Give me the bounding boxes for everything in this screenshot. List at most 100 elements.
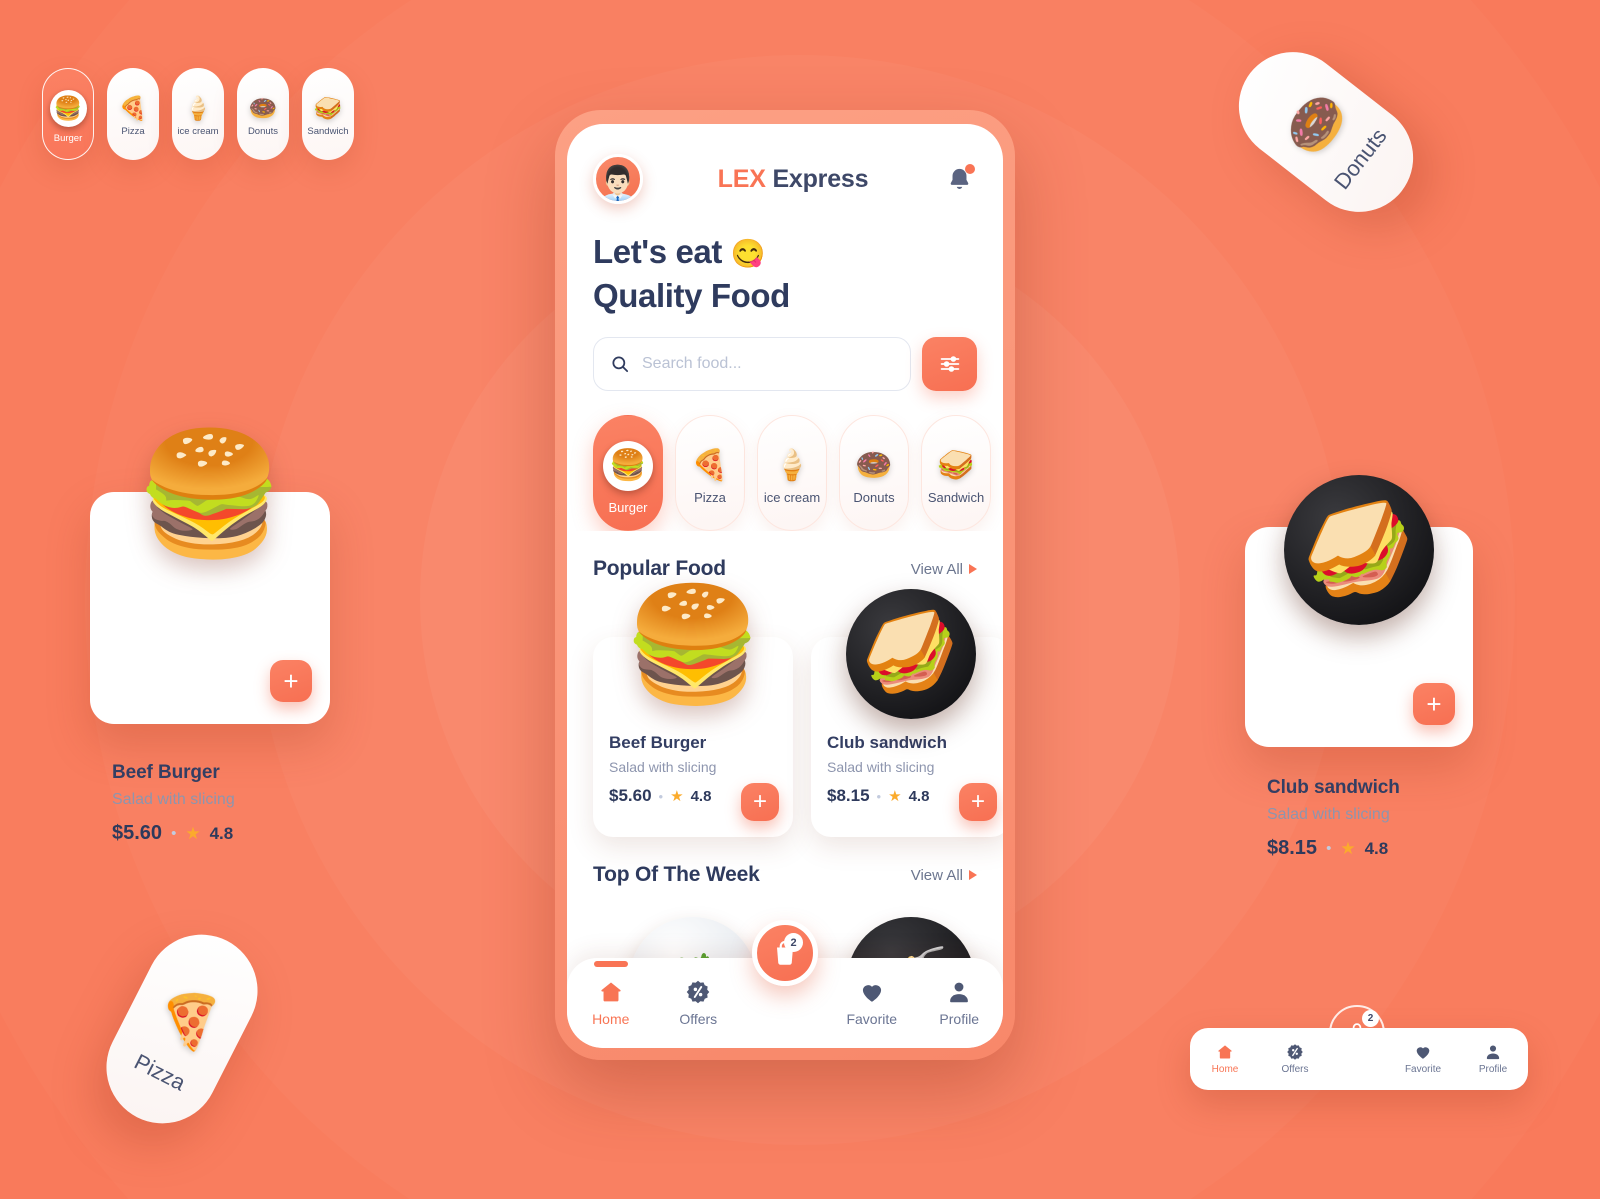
donut-icon: 🍩 (1273, 81, 1360, 169)
view-all-topweek-button[interactable]: View All (911, 867, 977, 884)
nav-label: Offers (679, 1011, 718, 1027)
view-all-label: View All (910, 560, 963, 578)
brand-first: LEX (717, 164, 766, 193)
nav-item-favorite[interactable]: Favorite (828, 979, 916, 1027)
burger-photo: 🍔 (135, 427, 285, 561)
food-card-beef-burger[interactable]: 🍔 Beef Burger Salad with slicing $5.60 •… (593, 589, 793, 838)
club-sandwich-photo: 🥪 (846, 589, 976, 720)
floating-nav-item-profile[interactable]: Profile (1458, 1043, 1528, 1075)
floating-chip-label: Pizza (121, 125, 145, 137)
category-chip-row: 🍔 Burger 🍕 Pizza 🍦 ice cream 🍩 Donuts 🥪 … (567, 391, 1003, 532)
headline-line2: Quality Food (593, 276, 790, 314)
food-meta: $8.15 • ★ 4.8 (1267, 837, 1451, 860)
floating-chip-ice-cream[interactable]: 🍦 ice cream (172, 68, 224, 160)
floating-chip-label: Burger (53, 132, 83, 144)
sandwich-icon: 🥪 (313, 94, 343, 121)
chevron-right-icon (969, 870, 977, 881)
category-chip-label: Donuts (853, 490, 895, 506)
floating-nav-item-home[interactable]: Home (1190, 1043, 1260, 1075)
percent-badge-icon (1286, 1043, 1304, 1061)
home-icon (1216, 1043, 1234, 1061)
add-to-cart-button[interactable]: + (1413, 683, 1455, 725)
phone-screen: 👨🏻‍💼 LEX Express Let's eat 😋 Quality Foo… (567, 124, 1003, 1048)
food-price: $5.60 (609, 786, 652, 806)
floating-nav-item-offers[interactable]: Offers (1260, 1043, 1330, 1075)
brand-second: Express (772, 164, 869, 193)
floating-chip-label: ice cream (177, 125, 219, 137)
floating-nav-cart-button[interactable]: 2 (1329, 1005, 1385, 1061)
search-row (567, 317, 1003, 392)
floating-category-chip-row: 🍔 Burger 🍕 Pizza 🍦 ice cream 🍩 Donuts 🥪 … (42, 68, 354, 160)
floating-chip-sandwich[interactable]: 🥪 Sandwich (302, 68, 354, 160)
category-chip-label: Burger (608, 500, 648, 516)
nav-item-profile[interactable]: Profile (916, 979, 1004, 1027)
category-chip-burger[interactable]: 🍔 Burger (593, 415, 663, 532)
section-title: Popular Food (593, 557, 726, 581)
cart-badge-count: 2 (784, 933, 803, 952)
club-sandwich-photo: 🥪 (1284, 475, 1434, 625)
category-chip-pizza[interactable]: 🍕 Pizza (675, 415, 745, 532)
avatar[interactable]: 👨🏻‍💼 (593, 154, 643, 204)
food-title: Club sandwich (827, 733, 947, 753)
nav-label: Profile (1478, 1064, 1508, 1075)
filter-button[interactable] (922, 337, 977, 392)
floating-nav-item-favorite[interactable]: Favorite (1388, 1043, 1458, 1075)
nav-item-offers[interactable]: Offers (655, 979, 743, 1027)
smiling-face-emoji: 😋 (730, 238, 766, 269)
page-headline: Let's eat 😋 Quality Food (567, 204, 1003, 317)
star-icon: ★ (185, 823, 201, 843)
food-subtitle: Salad with slicing (1267, 806, 1390, 823)
floating-chip-label: Donuts (247, 125, 279, 137)
top-of-week-section-header: Top Of The Week View All (567, 837, 1003, 887)
donut-icon: 🍩 (855, 449, 893, 483)
chevron-right-icon (969, 564, 977, 575)
floating-chip-burger[interactable]: 🍔 Burger (42, 68, 94, 160)
person-icon (1484, 1043, 1502, 1061)
floating-food-card-beef-burger[interactable]: 🍔 Beef Burger Salad with slicing $5.60 •… (90, 434, 330, 844)
pizza-icon: 🍕 (118, 94, 148, 121)
headline-line1: Let's eat (593, 233, 722, 270)
cart-button[interactable]: 2 (752, 920, 818, 986)
meta-separator: • (876, 788, 882, 804)
popular-food-list: 🍔 Beef Burger Salad with slicing $5.60 •… (567, 581, 1003, 838)
ice-cream-icon: 🍦 (183, 94, 213, 121)
food-card-club-sandwich[interactable]: 🥪 Club sandwich Salad with slicing $8.15… (811, 589, 1003, 838)
ice-cream-icon: 🍦 (773, 449, 811, 483)
heart-icon (859, 979, 885, 1005)
nav-item-home[interactable]: Home (567, 961, 655, 1027)
filter-sliders-icon (938, 352, 962, 376)
food-title: Beef Burger (112, 762, 220, 783)
search-box[interactable] (593, 337, 911, 392)
floating-chip-pizza[interactable]: 🍕 Pizza (107, 68, 159, 160)
floating-chip-label: Sandwich (307, 125, 349, 137)
nav-label: Offers (1281, 1064, 1309, 1075)
donut-icon: 🍩 (248, 94, 278, 121)
food-title: Club sandwich (1267, 777, 1400, 798)
search-input[interactable] (642, 355, 894, 374)
add-to-cart-button[interactable]: + (741, 783, 779, 822)
floating-pill-label: Pizza (130, 1048, 190, 1096)
section-title: Top Of The Week (593, 863, 760, 887)
heart-icon (1414, 1043, 1432, 1061)
add-to-cart-button[interactable]: + (270, 660, 312, 702)
floating-food-card-club-sandwich[interactable]: 🥪 Club sandwich Salad with slicing $8.15… (1245, 475, 1473, 859)
food-price: $8.15 (1267, 837, 1318, 859)
floating-chip-donuts[interactable]: 🍩 Donuts (237, 68, 289, 160)
category-chip-sandwich[interactable]: 🥪 Sandwich (921, 415, 991, 532)
food-rating: 4.8 (209, 823, 234, 843)
star-icon: ★ (1340, 838, 1356, 858)
nav-label: Favorite (846, 1011, 898, 1027)
food-rating: 4.8 (690, 787, 712, 805)
food-subtitle: Salad with slicing (827, 759, 935, 776)
view-all-popular-button[interactable]: View All (911, 561, 977, 578)
food-price: $8.15 (827, 786, 870, 806)
person-icon (946, 979, 972, 1005)
add-to-cart-button[interactable]: + (959, 783, 997, 822)
app-header: 👨🏻‍💼 LEX Express (567, 124, 1003, 204)
home-icon (598, 979, 624, 1005)
sandwich-icon: 🥪 (937, 449, 975, 483)
page-title: LEX Express (718, 165, 869, 194)
category-chip-ice-cream[interactable]: 🍦 ice cream (757, 415, 827, 532)
notification-button[interactable] (943, 162, 977, 196)
category-chip-donuts[interactable]: 🍩 Donuts (839, 415, 909, 532)
